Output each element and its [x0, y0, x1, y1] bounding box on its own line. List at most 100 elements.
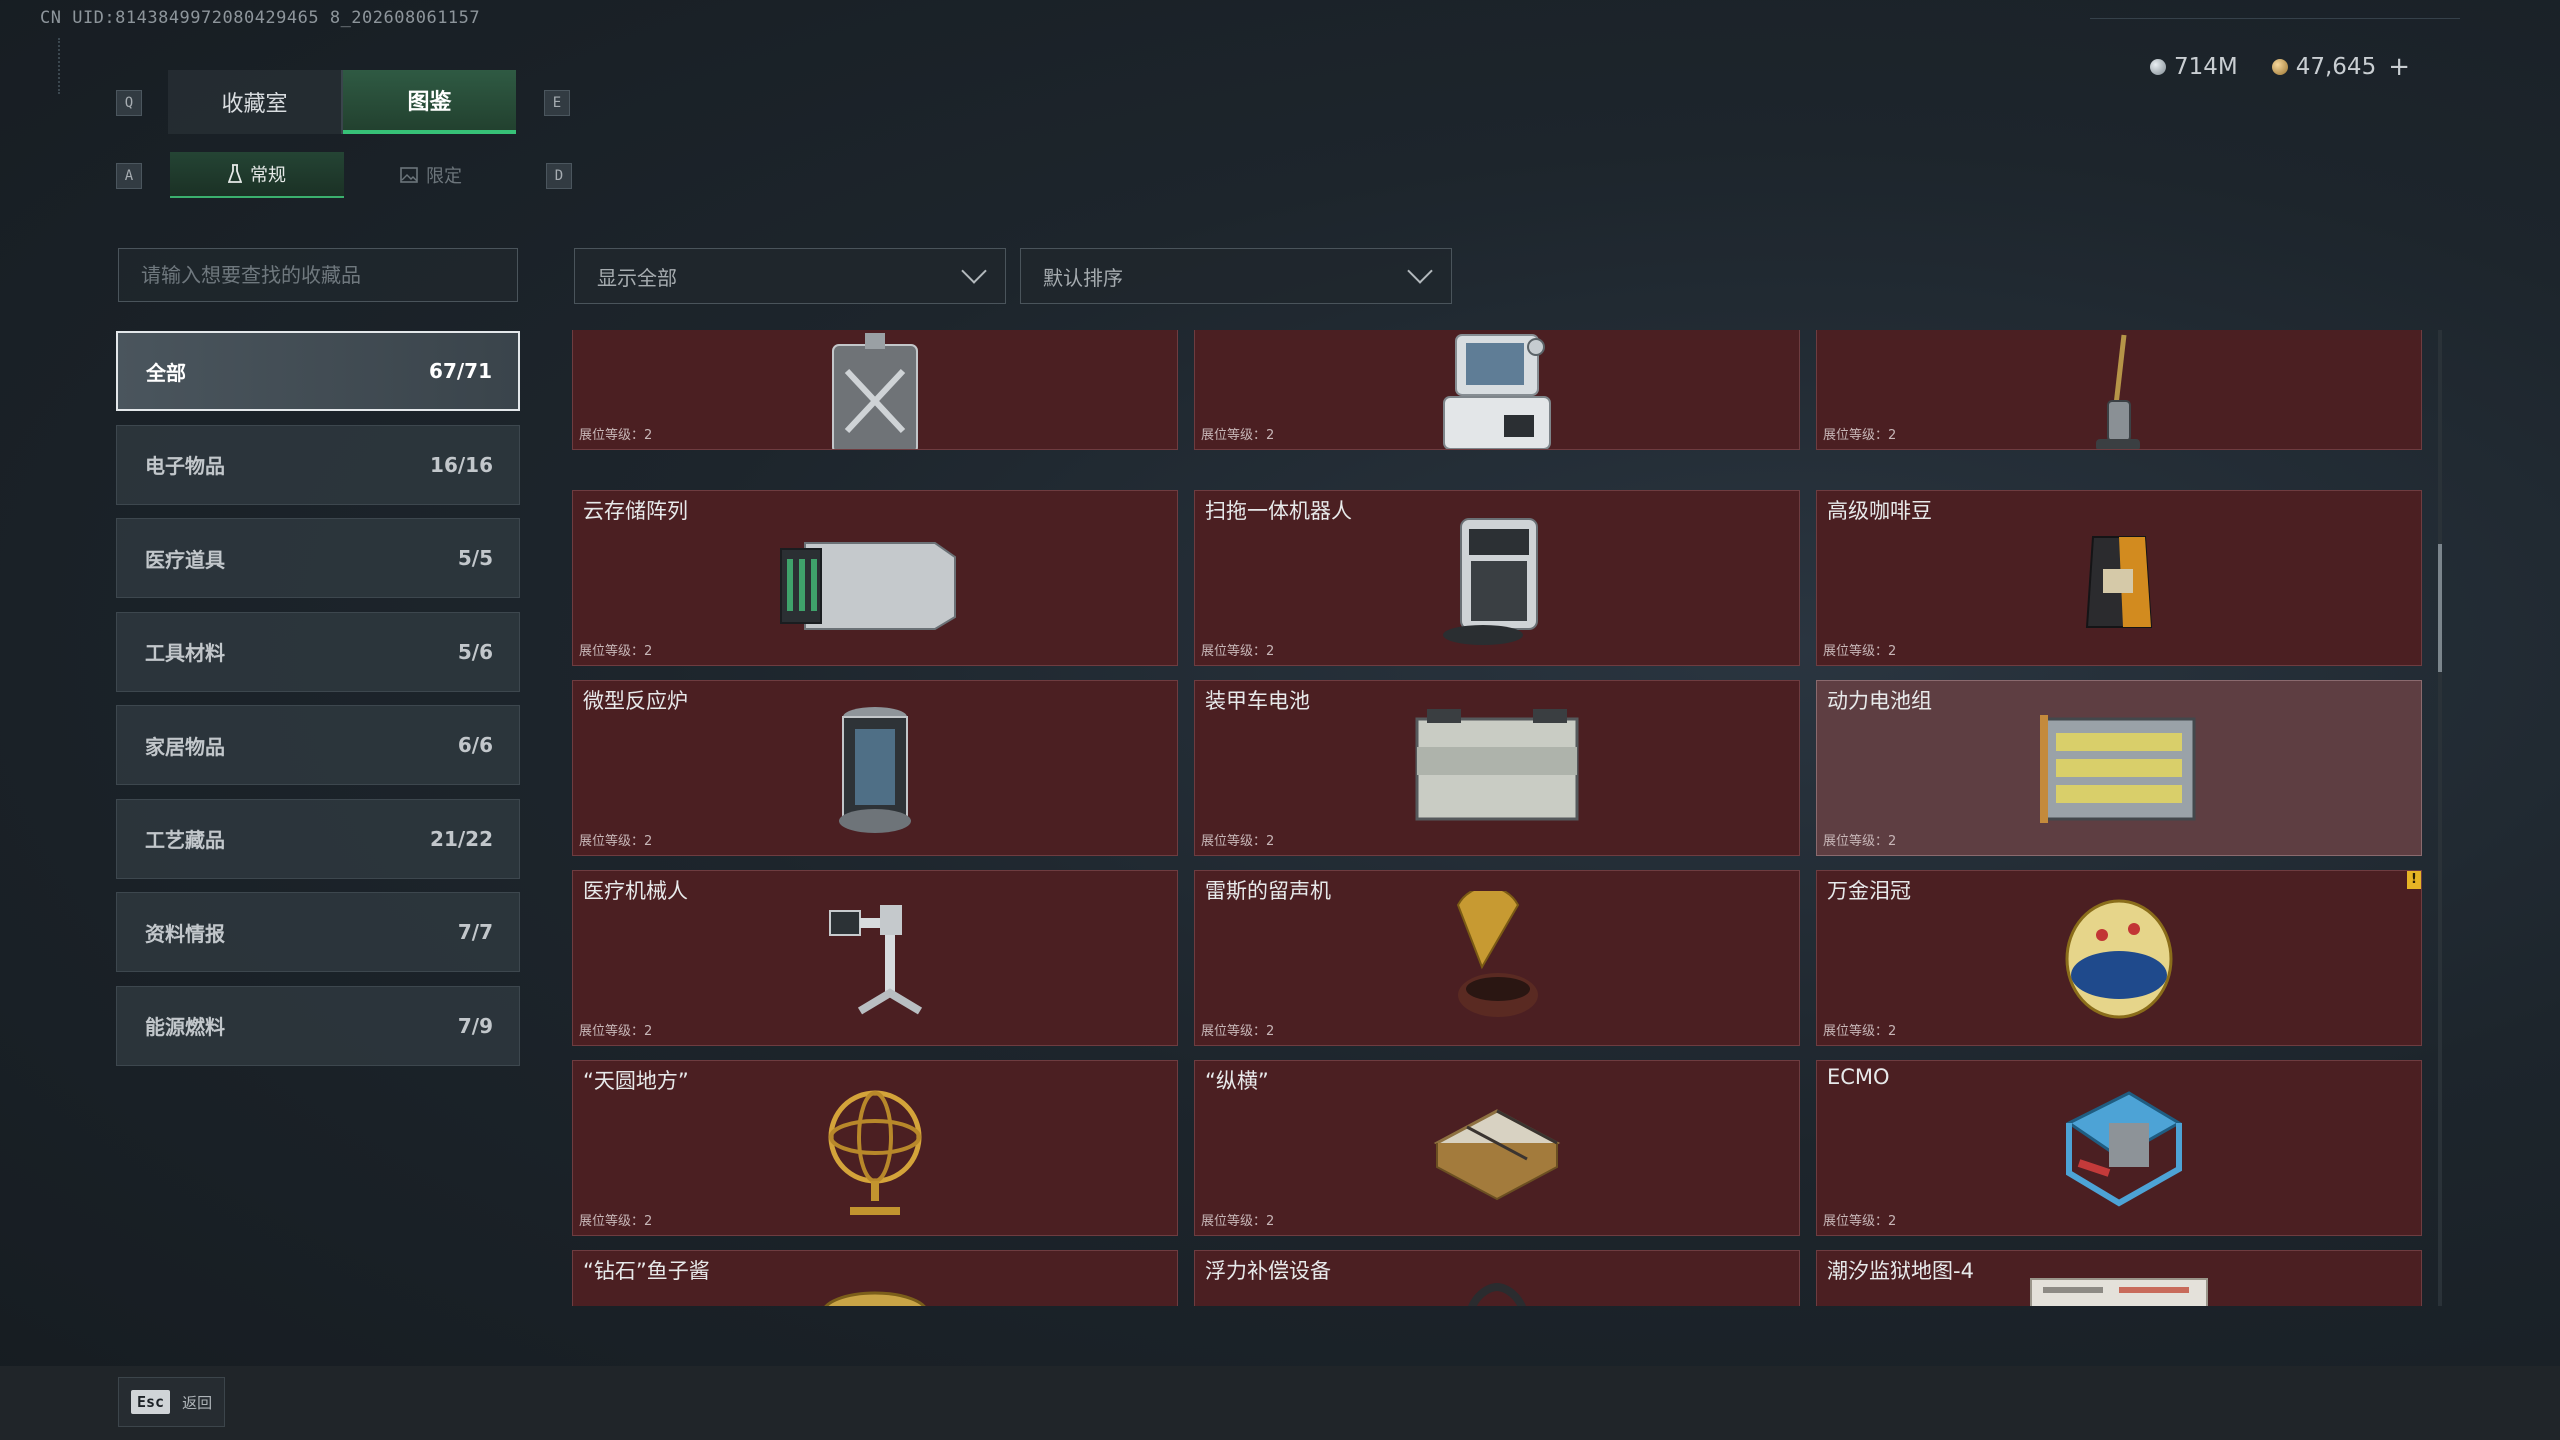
item-card[interactable]: 展位等级：2 [572, 330, 1178, 450]
item-card[interactable]: 高级咖啡豆 展位等级：2 [1816, 490, 2422, 666]
tab-catalog[interactable]: 图鉴 [343, 70, 516, 134]
item-level: 展位等级：2 [1201, 1214, 1275, 1229]
item-name: 动力电池组 [1827, 689, 1932, 713]
subtab-limited[interactable]: 限定 [344, 152, 518, 198]
item-level: 展位等级：2 [1823, 1024, 1897, 1039]
gold-coin-icon [2271, 59, 2288, 75]
key-hint-e: E [544, 90, 570, 116]
filter-dropdown[interactable]: 显示全部 [574, 248, 1006, 304]
item-level: 展位等级：2 [579, 644, 653, 659]
item-level: 展位等级：2 [1201, 644, 1275, 659]
subtab-regular-label: 常规 [250, 165, 286, 186]
category-count: 21/22 [430, 826, 493, 851]
bcd-vest-icon [1468, 1282, 1526, 1306]
category-medical[interactable]: 医疗道具 5/5 [116, 518, 520, 598]
category-count: 7/9 [457, 1013, 493, 1038]
item-card[interactable]: ECMO 展位等级：2 [1816, 1060, 2422, 1236]
caviar-tin-icon [824, 1291, 926, 1306]
search-input[interactable] [139, 262, 497, 288]
item-name: 雷斯的留声机 [1205, 879, 1331, 903]
item-level: 展位等级：2 [1201, 834, 1275, 849]
item-card[interactable]: 医疗机械人 展位等级：2 [572, 870, 1178, 1046]
category-energy[interactable]: 能源燃料 7/9 [116, 985, 520, 1066]
back-button[interactable]: Esc 返回 [118, 1377, 226, 1427]
category-label: 全部 [146, 360, 186, 385]
chevron-down-icon [1407, 258, 1433, 284]
item-name: 万金泪冠 [1827, 879, 1911, 903]
item-name: 浮力补偿设备 [1205, 1259, 1331, 1283]
add-currency-button[interactable]: + [2388, 52, 2410, 82]
scrollbar-thumb[interactable] [2438, 544, 2442, 672]
item-card[interactable]: 万金泪冠 ! 展位等级：2 [1816, 870, 2422, 1046]
currency-bar-decor [2090, 18, 2460, 25]
key-hint-d: D [546, 163, 572, 189]
item-card[interactable]: 浮力补偿设备 [1194, 1250, 1800, 1306]
filter-value: 显示全部 [597, 265, 677, 290]
item-name: “钻石”鱼子酱 [583, 1259, 710, 1283]
category-count: 6/6 [457, 733, 493, 757]
category-crafts[interactable]: 工艺藏品 21/22 [116, 798, 520, 879]
item-card[interactable]: “天圆地方” 展位等级：2 [572, 1060, 1178, 1236]
item-card[interactable]: 潮汐监狱地图-4 [1816, 1250, 2422, 1306]
currency-display: 714M 47,645 + [2149, 52, 2410, 82]
silver-currency: 714M [2149, 54, 2238, 80]
item-name: 高级咖啡豆 [1827, 499, 1932, 523]
item-level: 展位等级：2 [1823, 834, 1897, 849]
item-card[interactable]: 云存储阵列 展位等级：2 [572, 490, 1178, 666]
item-card[interactable]: 微型反应炉 展位等级：2 [572, 680, 1178, 856]
tab-collection[interactable]: 收藏室 [168, 70, 341, 134]
category-count: 5/5 [457, 546, 493, 570]
item-card[interactable]: 装甲车电池 展位等级：2 [1194, 680, 1800, 856]
category-label: 工具材料 [145, 641, 225, 665]
decor-lines [58, 38, 66, 94]
medical-monitor-icon [1443, 334, 1551, 449]
category-count: 16/16 [430, 452, 493, 477]
sub-tabs: 常规 限定 [170, 152, 518, 198]
item-level: 展位等级：2 [579, 1214, 653, 1229]
gold-currency: 47,645 [2271, 54, 2376, 80]
vacuum-icon [2096, 334, 2140, 449]
coffee-bag-icon [2085, 536, 2153, 628]
chess-box-icon [1433, 1109, 1561, 1201]
main-tabs: 收藏室 图鉴 [168, 70, 516, 134]
chevron-down-icon [961, 258, 987, 284]
medical-robot-icon [829, 905, 923, 1015]
item-level: 展位等级：2 [1823, 644, 1897, 659]
player-uid: CN UID:8143849972080429465 8_20260806115… [40, 8, 481, 28]
image-icon [400, 167, 418, 183]
sort-value: 默认排序 [1043, 265, 1123, 290]
item-card[interactable]: 展位等级：2 [1194, 330, 1800, 450]
category-all[interactable]: 全部 67/71 [116, 331, 520, 411]
category-household[interactable]: 家居物品 6/6 [116, 705, 520, 785]
jeweled-egg-icon [2065, 899, 2173, 1019]
item-level: 展位等级：2 [1201, 1024, 1275, 1039]
category-electronics[interactable]: 电子物品 16/16 [116, 424, 520, 505]
item-level: 展位等级：2 [579, 428, 653, 443]
item-name: 潮汐监狱地图-4 [1827, 1259, 1974, 1283]
category-count: 5/6 [457, 639, 493, 664]
item-card[interactable]: 雷斯的留声机 展位等级：2 [1194, 870, 1800, 1046]
category-label: 家居物品 [145, 734, 225, 759]
category-intel[interactable]: 资料情报 7/7 [116, 892, 520, 972]
item-card[interactable]: 扫拖一体机器人 展位等级：2 [1194, 490, 1800, 666]
category-tools[interactable]: 工具材料 5/6 [116, 611, 520, 692]
sort-dropdown[interactable]: 默认排序 [1020, 248, 1452, 304]
robot-mop-icon [1443, 518, 1538, 645]
battery-icon [1415, 709, 1579, 821]
silver-amount: 714M [2173, 54, 2238, 80]
item-card[interactable]: “纵横” 展位等级：2 [1194, 1060, 1800, 1236]
armillary-sphere-icon [828, 1090, 922, 1215]
item-name: “天圆地方” [583, 1069, 689, 1093]
item-name: 医疗机械人 [583, 879, 688, 903]
collection-grid: 展位等级：2 展位等级：2 展位等级：2 云存储阵列 展位等级：2 扫拖一体机器… [572, 330, 2426, 1306]
item-name: 扫拖一体机器人 [1205, 499, 1352, 523]
key-hint-q: Q [116, 90, 142, 116]
item-card[interactable]: 动力电池组 展位等级：2 [1816, 680, 2422, 856]
storage-array-icon [780, 542, 956, 630]
item-card[interactable]: 展位等级：2 [1816, 330, 2422, 450]
grid-scrollbar[interactable] [2438, 330, 2442, 1306]
ecmo-machine-icon [2066, 1091, 2182, 1207]
subtab-regular[interactable]: 常规 [170, 152, 344, 198]
item-name: 微型反应炉 [583, 689, 688, 713]
item-card[interactable]: “钻石”鱼子酱 [572, 1250, 1178, 1306]
